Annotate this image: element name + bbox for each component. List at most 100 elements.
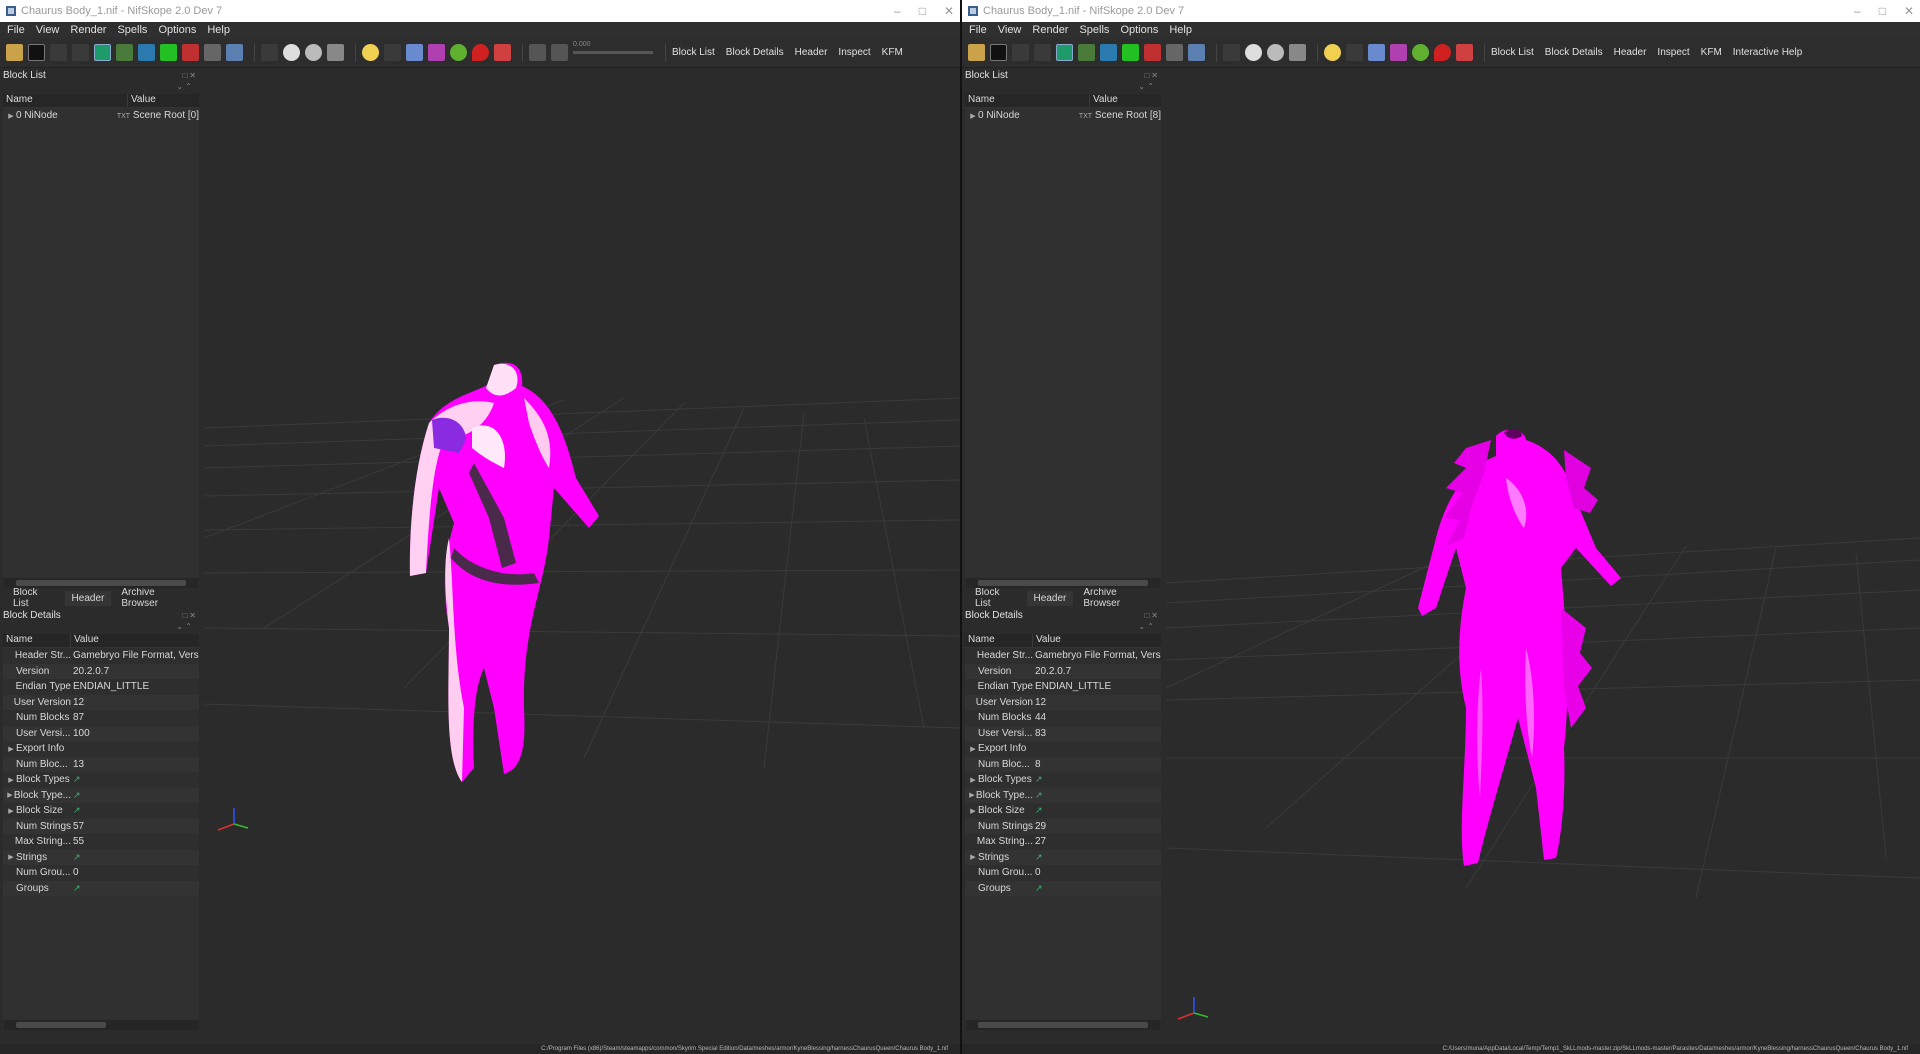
detail-row[interactable]: ▶ Block Types ↗: [3, 772, 199, 788]
toolbar-header[interactable]: Header: [795, 47, 828, 58]
detail-value[interactable]: 44: [1035, 712, 1046, 723]
detail-row[interactable]: Num Blocks 44: [965, 710, 1161, 726]
expand-arrow-icon[interactable]: ▶: [6, 807, 16, 815]
link-icon[interactable]: ↗: [73, 790, 81, 800]
close-icon[interactable]: ✕: [944, 4, 954, 18]
eye-icon[interactable]: [1245, 44, 1262, 61]
detail-row[interactable]: User Versi... 83: [965, 725, 1161, 741]
detail-value[interactable]: 20.2.0.7: [73, 666, 109, 677]
toolbar-interactive-help[interactable]: Interactive Help: [1733, 47, 1802, 58]
detail-row[interactable]: ▶ Block Type... ↗: [3, 787, 199, 803]
detail-value[interactable]: 83: [1035, 728, 1046, 739]
detail-row[interactable]: ▶ Strings ↗: [3, 849, 199, 865]
menu-render[interactable]: Render: [70, 24, 106, 36]
block-details-hscroll[interactable]: [966, 1020, 1160, 1030]
play-icon[interactable]: [529, 44, 546, 61]
detail-row[interactable]: ▶ Block Types ↗: [965, 772, 1161, 788]
detail-row[interactable]: Header Str...Gamebryo File Format, Versi…: [3, 648, 199, 664]
detail-value[interactable]: 87: [73, 712, 84, 723]
open-folder-icon[interactable]: [968, 44, 985, 61]
expand-arrow-icon[interactable]: ▶: [6, 853, 16, 861]
name-column-header[interactable]: Name: [3, 634, 71, 647]
walk-icon[interactable]: [261, 44, 278, 61]
menu-render[interactable]: Render: [1032, 24, 1068, 36]
view-user-icon[interactable]: [1166, 44, 1183, 61]
detail-row[interactable]: ▶ Block Size ↗: [965, 803, 1161, 819]
menu-view[interactable]: View: [998, 24, 1022, 36]
eye-hidden-icon[interactable]: [305, 44, 322, 61]
collapse-expand-arrows[interactable]: ⌄ ⌃: [0, 622, 202, 634]
menu-spells[interactable]: Spells: [117, 24, 147, 36]
view-side-icon[interactable]: [182, 44, 199, 61]
eye-icon[interactable]: [283, 44, 300, 61]
value-column-header[interactable]: Value: [1033, 634, 1161, 647]
view-top-icon[interactable]: [1122, 44, 1139, 61]
detail-value[interactable]: ENDIAN_LITTLE: [73, 681, 149, 692]
view-front-icon[interactable]: [138, 44, 155, 61]
save-icon[interactable]: [28, 44, 45, 61]
globe-view-icon[interactable]: [1056, 44, 1073, 61]
detail-row[interactable]: Version 20.2.0.7: [965, 663, 1161, 679]
block-list-hscroll[interactable]: [966, 578, 1160, 588]
detail-row[interactable]: Num Grou... 0: [3, 865, 199, 881]
scroll-thumb[interactable]: [978, 580, 1148, 586]
detail-row[interactable]: Num Strings 57: [3, 818, 199, 834]
skin-icon[interactable]: [494, 44, 511, 61]
minimize-icon[interactable]: –: [1854, 4, 1861, 18]
expand-arrow-icon[interactable]: ▶: [6, 791, 14, 799]
link-icon[interactable]: ↗: [1035, 790, 1043, 800]
tab-archive-browser[interactable]: Archive Browser: [1076, 585, 1161, 611]
detail-row[interactable]: Endian Type ENDIAN_LITTLE: [3, 679, 199, 695]
detail-row[interactable]: User Version 12: [3, 694, 199, 710]
block-row[interactable]: ▶ 0 NiNode TXT Scene Root [8]: [965, 108, 1161, 123]
toolbar-header[interactable]: Header: [1614, 47, 1647, 58]
dock-buttons[interactable]: □✕: [1144, 71, 1160, 80]
save-icon[interactable]: [990, 44, 1007, 61]
detail-row[interactable]: ▶ Export Info: [965, 741, 1161, 757]
block-list-tree[interactable]: Name Value ▶ 0 NiNode TXT Scene Root [8]: [965, 94, 1161, 578]
detail-value[interactable]: 12: [1035, 697, 1046, 708]
block-details-hscroll[interactable]: [4, 1020, 198, 1030]
pointer-icon[interactable]: [384, 44, 401, 61]
expand-arrow-icon[interactable]: ▶: [968, 112, 978, 120]
detail-row[interactable]: Num Blocks 87: [3, 710, 199, 726]
lightbulb-icon[interactable]: [1324, 44, 1341, 61]
scroll-thumb[interactable]: [978, 1022, 1148, 1028]
perspective-icon[interactable]: [1188, 44, 1205, 61]
skin-icon[interactable]: [1456, 44, 1473, 61]
detail-row[interactable]: ▶ Block Size ↗: [3, 803, 199, 819]
texture-icon[interactable]: [1412, 44, 1429, 61]
collapse-expand-arrows[interactable]: ⌄ ⌃: [962, 82, 1164, 94]
toolbar-block-list[interactable]: Block List: [672, 47, 715, 58]
detail-row[interactable]: ▶ Block Type... ↗: [965, 787, 1161, 803]
marker-icon[interactable]: [472, 44, 489, 61]
axes-icon[interactable]: [116, 44, 133, 61]
expand-arrow-icon[interactable]: ▶: [968, 791, 976, 799]
expand-arrow-icon[interactable]: ▶: [968, 745, 978, 753]
link-icon[interactable]: ↗: [1035, 852, 1043, 862]
close-icon[interactable]: ✕: [1904, 4, 1914, 18]
eye-hidden-icon[interactable]: [1267, 44, 1284, 61]
detail-value[interactable]: 0: [1035, 867, 1041, 878]
name-column-header[interactable]: Name: [965, 634, 1033, 647]
block-row[interactable]: ▶ 0 NiNode TXT Scene Root [0]: [3, 108, 199, 123]
collapse-expand-arrows[interactable]: ⌄ ⌃: [962, 622, 1164, 634]
detail-row[interactable]: Groups ↗: [3, 880, 199, 896]
maximize-icon[interactable]: □: [919, 4, 926, 18]
detail-value[interactable]: 55: [73, 836, 84, 847]
perspective-icon[interactable]: [226, 44, 243, 61]
block-details-tree[interactable]: Name Value Header Str... Gamebryo File Fo…: [3, 634, 199, 1020]
value-column-header[interactable]: Value: [1090, 94, 1161, 107]
detail-value[interactable]: 57: [73, 821, 84, 832]
detail-row[interactable]: Version 20.2.0.7: [3, 663, 199, 679]
undo-icon[interactable]: [50, 44, 67, 61]
link-icon[interactable]: ↗: [73, 883, 81, 893]
undo-icon[interactable]: [1012, 44, 1029, 61]
link-icon[interactable]: ↗: [1035, 805, 1043, 815]
detail-value[interactable]: 29: [1035, 821, 1046, 832]
detail-value[interactable]: Gamebryo File Format, Version 2: [73, 650, 199, 661]
toolbar-kfm[interactable]: KFM: [1701, 47, 1722, 58]
loop-icon[interactable]: [551, 44, 568, 61]
detail-row[interactable]: ▶ Export Info: [3, 741, 199, 757]
3d-viewport[interactable]: [204, 68, 960, 1044]
